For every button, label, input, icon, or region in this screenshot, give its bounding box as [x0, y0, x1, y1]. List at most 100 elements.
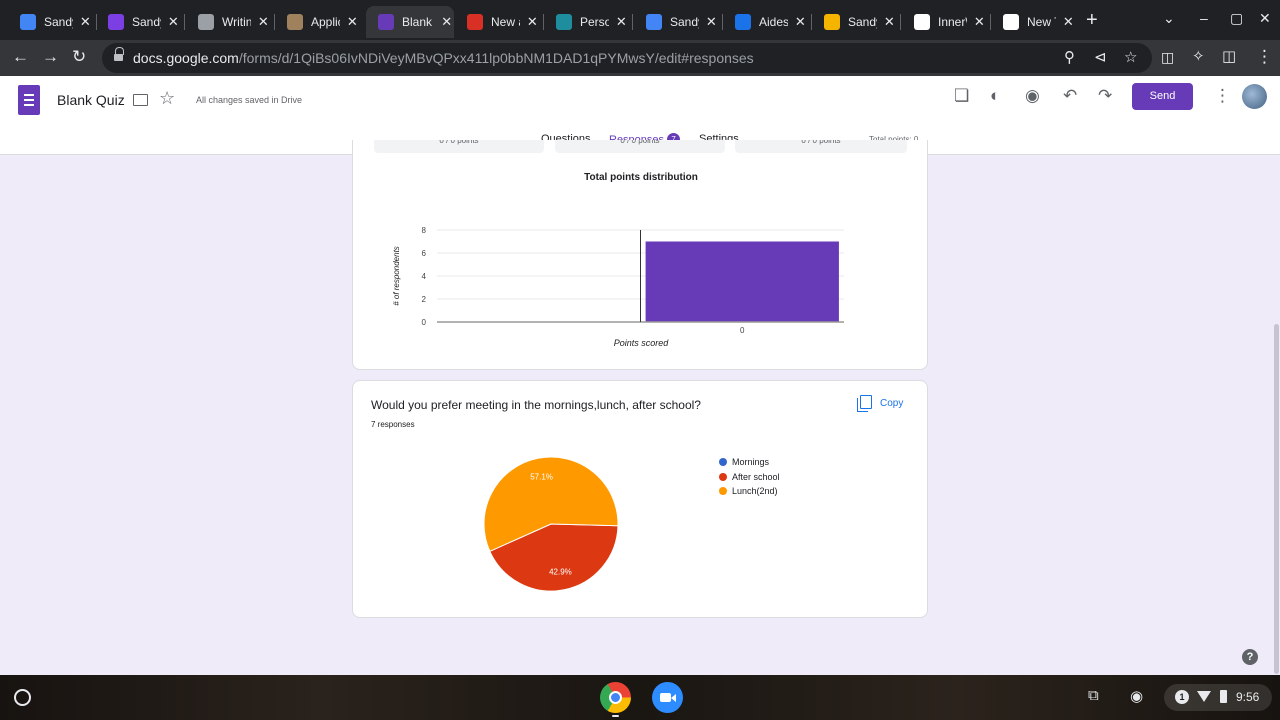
scrollbar[interactable]	[1274, 324, 1279, 674]
preview-eye-icon[interactable]: ◉	[1025, 86, 1040, 106]
reading-list-icon[interactable]: ◫	[1161, 46, 1174, 68]
tab-favicon-icon	[198, 14, 214, 30]
copy-label: Copy	[880, 397, 904, 409]
y-tick-label: 4	[422, 272, 427, 281]
menu-icon[interactable]: ⋮	[1256, 46, 1273, 68]
battery-icon	[1220, 690, 1227, 703]
palette-icon[interactable]: ◐	[990, 86, 1000, 106]
close-tab-icon[interactable]: ✕	[705, 14, 718, 30]
close-tab-icon[interactable]: ✕	[79, 14, 92, 30]
new-tab-button[interactable]: +	[1086, 10, 1098, 30]
close-tab-icon[interactable]: ✕	[257, 14, 270, 30]
y-tick-label: 8	[422, 226, 427, 235]
browser-tab[interactable]: New a ✕	[455, 6, 539, 38]
browser-tab[interactable]: Applic ✕	[275, 6, 359, 38]
close-tab-icon[interactable]: ✕	[883, 14, 896, 30]
tab-favicon-icon	[824, 14, 840, 30]
close-tab-icon[interactable]: ✕	[167, 14, 180, 30]
send-button[interactable]: Send	[1132, 83, 1193, 110]
url-text[interactable]: docs.google.com/forms/d/1QiBs06IvNDiVeyM…	[133, 50, 754, 66]
tab-favicon-icon	[914, 14, 930, 30]
zoom-app-icon[interactable]	[652, 682, 683, 713]
reload-icon[interactable]: ↻	[72, 46, 86, 68]
back-icon[interactable]: ←	[12, 46, 29, 68]
undo-icon[interactable]: ↶	[1063, 86, 1077, 106]
y-tick-label: 0	[422, 318, 427, 327]
browser-tab[interactable]: Blank ✕	[366, 6, 454, 38]
tab-title: Sandy	[44, 15, 73, 29]
launcher-icon[interactable]	[14, 689, 31, 706]
browser-tab[interactable]: New T ✕	[991, 6, 1075, 38]
star-icon[interactable]: ☆	[159, 88, 175, 109]
extensions-icon[interactable]: ✧	[1192, 46, 1205, 68]
tab-favicon-icon	[1003, 14, 1019, 30]
tab-favicon-icon	[735, 14, 751, 30]
screenshot-tray-icon[interactable]: ⧉	[1088, 687, 1099, 704]
tab-title: Sandy	[670, 15, 699, 29]
close-tab-icon[interactable]: ✕	[973, 14, 986, 30]
y-tick-label: 2	[422, 295, 427, 304]
tab-favicon-icon	[378, 14, 394, 30]
tab-search-icon[interactable]: ⌄	[1163, 10, 1175, 27]
legend-item: After school	[719, 470, 780, 485]
y-tick-label: 6	[422, 249, 427, 258]
more-options-icon[interactable]: ⋮	[1214, 86, 1231, 106]
tab-title: New T	[1027, 15, 1056, 29]
close-tab-icon[interactable]: ✕	[346, 14, 359, 30]
share-icon[interactable]: ⊲	[1094, 48, 1107, 66]
browser-tab[interactable]: Sandy ✕	[8, 6, 92, 38]
copy-chart-button[interactable]: Copy	[857, 395, 904, 412]
browser-tab[interactable]: Sandy ✕	[96, 6, 180, 38]
wifi-icon	[1197, 691, 1211, 702]
status-area[interactable]: 1 9:56	[1164, 684, 1272, 711]
close-tab-icon[interactable]: ✕	[439, 14, 454, 30]
browser-toolbar: ← → ↻ docs.google.com/forms/d/1QiBs06IvN…	[0, 40, 1280, 76]
legend-swatch	[719, 487, 727, 496]
slice-value-label: 57.1%	[530, 473, 553, 482]
minimize-icon[interactable]: –	[1200, 10, 1208, 26]
legend-label: After school	[732, 471, 780, 482]
browser-tab[interactable]: Sandy ✕	[634, 6, 718, 38]
x-tick-label: 0	[740, 326, 745, 335]
address-bar[interactable]: docs.google.com/forms/d/1QiBs06IvNDiVeyM…	[102, 43, 1152, 73]
close-tab-icon[interactable]: ✕	[615, 14, 628, 30]
help-icon[interactable]: ?	[1242, 649, 1258, 665]
forward-icon[interactable]: →	[42, 46, 59, 68]
tab-title: Inner\	[938, 15, 967, 29]
browser-tab[interactable]: Inner\ ✕	[902, 6, 986, 38]
x-axis-label: Points scored	[614, 338, 670, 348]
forms-logo-icon[interactable]	[18, 85, 40, 115]
browser-tab[interactable]: Aides ✕	[723, 6, 807, 38]
slice-value-label: 42.9%	[549, 567, 572, 576]
close-window-icon[interactable]: ✕	[1259, 10, 1271, 27]
tab-favicon-icon	[20, 14, 36, 30]
redo-icon[interactable]: ↷	[1098, 86, 1112, 106]
tab-favicon-icon	[287, 14, 303, 30]
assistant-tray-icon[interactable]: ◉	[1130, 687, 1143, 705]
tab-favicon-icon	[467, 14, 483, 30]
tab-favicon-icon	[646, 14, 662, 30]
legend-item: Mornings	[719, 455, 780, 470]
zoom-icon[interactable]: ⚲	[1064, 48, 1075, 66]
running-indicator	[612, 715, 619, 717]
close-tab-icon[interactable]: ✕	[794, 14, 807, 30]
chrome-app-icon[interactable]	[600, 682, 631, 713]
close-tab-icon[interactable]: ✕	[1062, 14, 1075, 30]
close-tab-icon[interactable]: ✕	[526, 14, 539, 30]
side-panel-icon[interactable]: ◫	[1222, 46, 1236, 68]
tab-title: Blank	[402, 15, 433, 29]
bar	[645, 241, 839, 322]
question-summary-card: Would you prefer meeting in the mornings…	[352, 380, 928, 618]
browser-tab[interactable]: Sandy ✕	[812, 6, 896, 38]
browser-tab[interactable]: Writin ✕	[186, 6, 270, 38]
points-distribution-chart: 8 6 4 2 0 0 Points scored # of respondents	[392, 226, 844, 348]
browser-tab[interactable]: Perso ✕	[544, 6, 628, 38]
maximize-icon[interactable]: ▢	[1230, 10, 1243, 27]
move-to-folder-icon[interactable]	[133, 94, 148, 106]
bookmark-star-icon[interactable]: ☆	[1124, 48, 1137, 66]
tab-favicon-icon	[556, 14, 572, 30]
add-ons-icon[interactable]: ❏	[954, 86, 969, 106]
avatar[interactable]	[1242, 84, 1267, 109]
document-title[interactable]: Blank Quiz	[57, 92, 125, 108]
copy-icon	[857, 395, 872, 412]
